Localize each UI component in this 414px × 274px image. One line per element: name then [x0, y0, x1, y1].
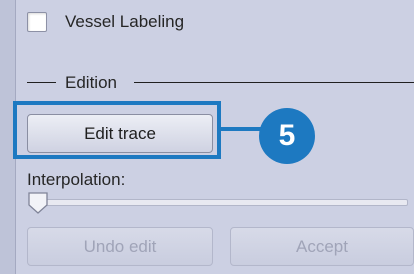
vessel-labeling-checkbox[interactable]	[27, 12, 47, 32]
vessel-labeling-option[interactable]: Vessel Labeling	[27, 9, 184, 35]
edit-trace-button[interactable]: Edit trace	[27, 114, 213, 153]
edition-divider-right	[134, 82, 414, 83]
interpolation-label: Interpolation:	[27, 170, 126, 189]
interpolation-slider-track[interactable]	[40, 199, 408, 206]
edition-section-title: Edition	[65, 73, 117, 92]
edition-divider-left	[27, 82, 56, 83]
accept-button[interactable]: Accept	[230, 227, 414, 266]
interpolation-slider-thumb[interactable]	[27, 191, 49, 215]
callout-badge: 5	[259, 108, 315, 164]
vessel-labeling-label: Vessel Labeling	[65, 12, 185, 31]
undo-edit-button[interactable]: Undo edit	[27, 227, 213, 266]
